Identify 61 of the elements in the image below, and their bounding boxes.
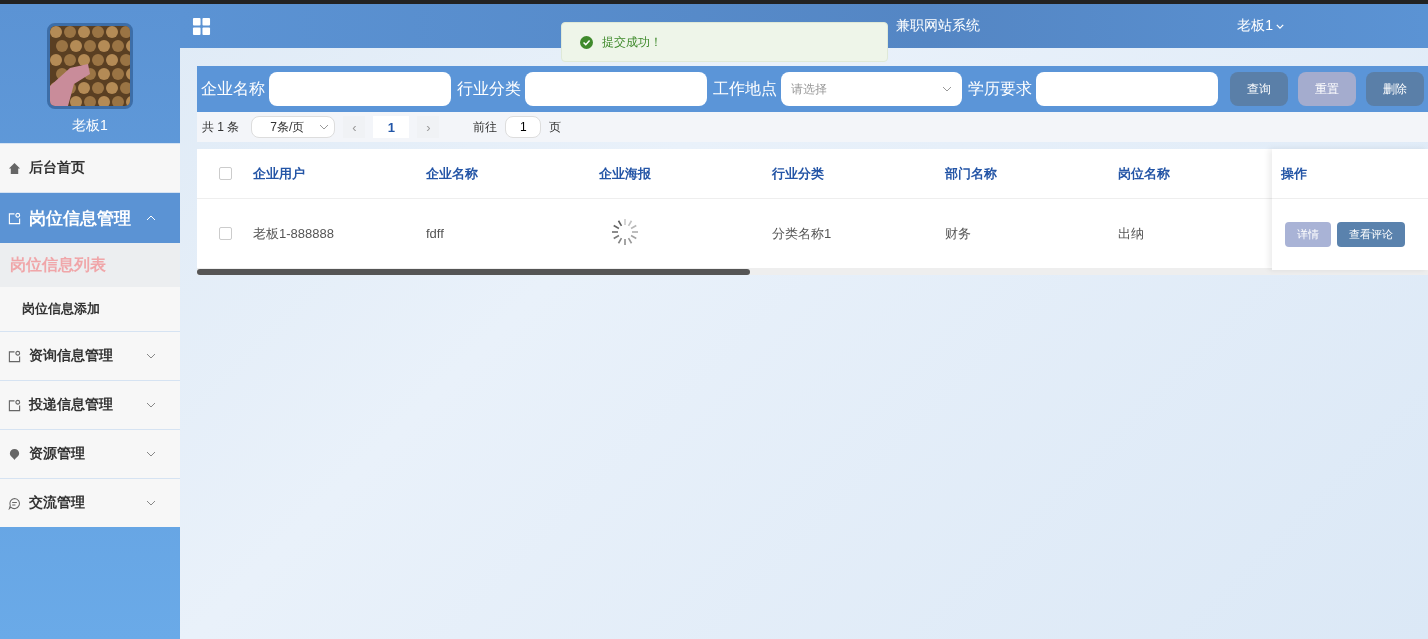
field-label: 学历要求 [968, 78, 1033, 99]
column-header: 行业分类 [772, 165, 824, 181]
caret-icon [1276, 23, 1284, 29]
check-circle-icon [580, 35, 593, 49]
chat-icon [8, 496, 21, 510]
column-header: 操作 [1281, 164, 1307, 183]
prev-page-button[interactable]: ‹ [343, 116, 366, 138]
input-field[interactable] [524, 72, 707, 106]
loading-spinner-icon [609, 216, 641, 248]
checkbox[interactable] [218, 227, 232, 240]
tag-icon [8, 398, 21, 412]
field-label: 行业分类 [456, 78, 521, 99]
total-count: 共 1 条 [202, 118, 240, 136]
chevron-down-icon [146, 402, 156, 408]
chevron-down-icon [146, 500, 156, 506]
page-suffix: 页 [549, 118, 562, 136]
action-button[interactable]: 重置 [1298, 72, 1357, 106]
site-title: 兼职网站系统 [896, 17, 980, 35]
action-button[interactable]: 删除 [1366, 72, 1424, 106]
action-button[interactable]: 查询 [1230, 72, 1289, 106]
page-size-select[interactable]: 7条/页 [251, 116, 336, 138]
chevron-down-icon [319, 124, 330, 130]
scrollbar-thumb[interactable] [197, 269, 750, 275]
field-label: 工作地点 [712, 78, 777, 99]
home-icon [8, 161, 21, 175]
column-header: 企业用户 [253, 165, 305, 181]
table-cell: 财务 [945, 225, 971, 241]
select-field[interactable]: 请选择 [780, 72, 963, 106]
input-field[interactable] [1036, 72, 1219, 106]
column-header: 部门名称 [945, 165, 997, 181]
menu-item[interactable]: 投递信息管理 [0, 380, 180, 429]
page-number[interactable]: 1 [373, 116, 410, 138]
chevron-up-icon [146, 215, 156, 221]
checkbox[interactable] [218, 167, 232, 180]
field-label: 企业名称 [201, 78, 265, 99]
toast-message: 提交成功！ [602, 33, 662, 51]
tag-icon [8, 349, 21, 363]
page-input[interactable]: 1 [505, 116, 542, 138]
chevron-down-icon [942, 86, 953, 92]
row-action-button[interactable]: 查看评论 [1337, 221, 1405, 247]
column-header: 企业海报 [599, 165, 651, 181]
column-header: 企业名称 [426, 165, 478, 181]
chevron-down-icon [146, 353, 156, 359]
chevron-down-icon [146, 451, 156, 457]
table-cell: 分类名称1 [772, 225, 832, 241]
menu-item[interactable]: 岗位信息管理 [0, 192, 180, 243]
menu-item[interactable]: 资源管理 [0, 429, 180, 478]
column-header: 岗位名称 [1118, 165, 1170, 181]
pin-icon [8, 447, 21, 461]
next-page-button[interactable]: › [417, 116, 440, 138]
menu-item[interactable]: 资询信息管理 [0, 331, 180, 380]
menu-item[interactable]: 交流管理 [0, 478, 180, 527]
table-cell: fdff [426, 226, 444, 241]
table-cell: 出纳 [1118, 225, 1144, 241]
goto-label: 前往 [473, 118, 498, 136]
grid-menu-icon[interactable] [192, 16, 211, 36]
user-name: 老板1 [72, 117, 108, 135]
tag-icon [8, 211, 21, 225]
input-field[interactable] [269, 72, 451, 106]
account-menu[interactable]: 老板1 [1237, 17, 1284, 35]
table-cell: 老板1-888888 [253, 225, 334, 241]
